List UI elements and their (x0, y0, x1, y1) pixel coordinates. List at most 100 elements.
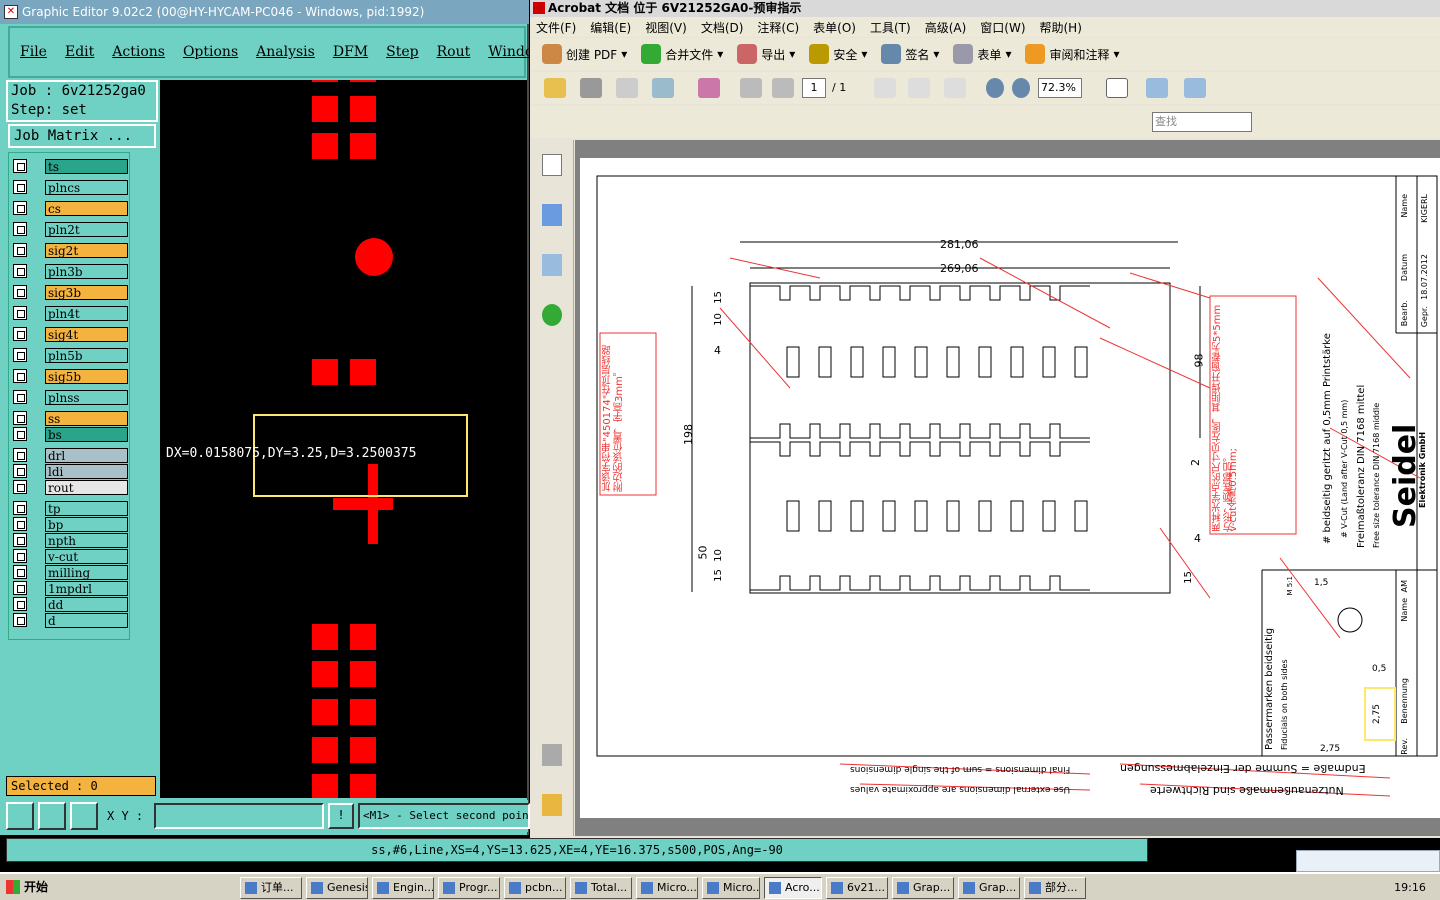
menu-doc-cn[interactable]: 文档(D) (701, 19, 744, 36)
menu-rout[interactable]: Rout (437, 44, 471, 60)
layer-row-dd[interactable]: dd (13, 597, 128, 612)
task-4[interactable]: pcbn... (504, 877, 566, 899)
job-matrix-button[interactable]: Job Matrix ... (8, 124, 156, 148)
zoom-tool-icon[interactable] (944, 78, 966, 98)
layer-row-tp[interactable]: tp (13, 501, 128, 516)
layer-name[interactable]: plnss (45, 390, 128, 405)
menu-file-cn[interactable]: 文件(F) (536, 19, 576, 36)
layer-name[interactable]: d (45, 613, 128, 628)
layer-checkbox[interactable] (13, 464, 27, 478)
create-pdf-button[interactable]: 创建 PDF ▾ (542, 44, 627, 64)
layer-name[interactable]: rout (45, 480, 128, 495)
layer-row-rout[interactable]: rout (13, 480, 128, 495)
layer-name[interactable]: dd (45, 597, 128, 612)
layer-row-pln3b[interactable]: pln3b (13, 264, 128, 279)
menu-dfm[interactable]: DFM (333, 44, 368, 60)
search-input[interactable]: 查找 (1152, 112, 1252, 132)
hand-icon[interactable] (908, 78, 930, 98)
layer-name[interactable]: bs (45, 427, 128, 442)
layer-checkbox[interactable] (13, 390, 27, 404)
comments-icon[interactable] (542, 794, 562, 816)
layer-row-d[interactable]: d (13, 613, 128, 628)
layer-checkbox[interactable] (13, 201, 27, 215)
layer-name[interactable]: drl (45, 448, 128, 463)
menu-options[interactable]: Options (183, 44, 238, 60)
layer-checkbox[interactable] (13, 222, 27, 236)
layer-row-ss[interactable]: ss (13, 411, 128, 426)
layer-row-sig3b[interactable]: sig3b (13, 285, 128, 300)
acrobat-title-bar[interactable]: Acrobat 文档 位于 6V21252GA0-预审指示 (530, 0, 1440, 17)
form-button[interactable]: 表单 ▾ (953, 44, 1011, 64)
task-12[interactable]: 部分... (1024, 877, 1086, 899)
pages-icon[interactable] (542, 154, 562, 176)
layer-row-sig4t[interactable]: sig4t (13, 327, 128, 342)
layer-checkbox[interactable] (13, 285, 27, 299)
task-3[interactable]: Progr... (438, 877, 500, 899)
snapshot-icon[interactable] (698, 78, 720, 98)
menu-edit[interactable]: Edit (65, 44, 94, 60)
info-button[interactable]: ! (328, 803, 354, 829)
next-page-icon[interactable] (772, 78, 794, 98)
save-icon[interactable] (616, 78, 638, 98)
menu-advanced-cn[interactable]: 高级(A) (925, 19, 967, 36)
layer-checkbox[interactable] (13, 411, 27, 425)
layer-row-1mpdrl[interactable]: 1mpdrl (13, 581, 128, 596)
layer-row-ldi[interactable]: ldi (13, 464, 128, 479)
layer-checkbox[interactable] (13, 427, 27, 441)
page-number-input[interactable]: 1 (802, 78, 826, 98)
combine-files-button[interactable]: 合并文件 ▾ (641, 44, 723, 64)
zoom-level-input[interactable]: 72.3% (1038, 78, 1082, 98)
layer-checkbox[interactable] (13, 327, 27, 341)
attachments-icon[interactable] (542, 744, 562, 766)
layer-row-pln5b[interactable]: pln5b (13, 348, 128, 363)
layer-name[interactable]: pln5b (45, 348, 128, 363)
menu-help-cn[interactable]: 帮助(H) (1040, 19, 1082, 36)
menu-file[interactable]: File (20, 44, 47, 60)
page-view-icon[interactable] (1106, 78, 1128, 98)
layer-name[interactable]: milling (45, 565, 128, 580)
layer-name[interactable]: pln3b (45, 264, 128, 279)
fit-width-icon[interactable] (1146, 78, 1168, 98)
layer-row-bs[interactable]: bs (13, 427, 128, 442)
xy-input[interactable] (154, 803, 324, 829)
measure-icon[interactable] (38, 802, 66, 830)
layer-checkbox[interactable] (13, 480, 27, 494)
layer-checkbox[interactable] (13, 369, 27, 383)
layer-row-plncs[interactable]: plncs (13, 180, 128, 195)
task-5[interactable]: Total... (570, 877, 632, 899)
layer-name[interactable]: plncs (45, 180, 128, 195)
open-folder-icon[interactable] (544, 78, 566, 98)
prev-page-icon[interactable] (740, 78, 762, 98)
security-button[interactable]: 安全 ▾ (809, 44, 867, 64)
task-11[interactable]: Grap... (958, 877, 1020, 899)
layer-name[interactable]: 1mpdrl (45, 581, 128, 596)
layer-checkbox[interactable] (13, 581, 27, 595)
menu-actions[interactable]: Actions (112, 44, 165, 60)
layer-name[interactable]: pln2t (45, 222, 128, 237)
layer-row-ts[interactable]: ts (13, 159, 128, 174)
menu-form-cn[interactable]: 表单(O) (813, 19, 856, 36)
genesis-title-bar[interactable]: ✕ Graphic Editor 9.02c2 (00@HY-HYCAM-PC0… (0, 0, 529, 24)
layer-row-plnss[interactable]: plnss (13, 390, 128, 405)
layer-checkbox[interactable] (13, 613, 27, 627)
zoom-in-icon[interactable] (1012, 78, 1030, 98)
grid-icon[interactable] (70, 802, 98, 830)
print-icon[interactable] (580, 78, 602, 98)
layer-row-sig5b[interactable]: sig5b (13, 369, 128, 384)
review-button[interactable]: 审阅和注释 ▾ (1025, 44, 1120, 64)
layer-row-pln2t[interactable]: pln2t (13, 222, 128, 237)
layer-checkbox[interactable] (13, 597, 27, 611)
zoom-icon[interactable] (6, 802, 34, 830)
layer-name[interactable]: tp (45, 501, 128, 516)
layer-row-sig2t[interactable]: sig2t (13, 243, 128, 258)
ime-toolbar[interactable] (1296, 850, 1440, 872)
task-9[interactable]: 6v21... (826, 877, 888, 899)
document-area[interactable]: 281,06 269,06 198 98 50 2 4 4 15 10 15 1… (575, 140, 1440, 836)
help-icon[interactable] (542, 304, 562, 326)
fit-page-icon[interactable] (1184, 78, 1206, 98)
layer-checkbox[interactable] (13, 533, 27, 547)
layer-name[interactable]: v-cut (45, 549, 128, 564)
layer-name[interactable]: cs (45, 201, 128, 216)
layer-checkbox[interactable] (13, 180, 27, 194)
menu-edit-cn[interactable]: 编辑(E) (590, 19, 631, 36)
